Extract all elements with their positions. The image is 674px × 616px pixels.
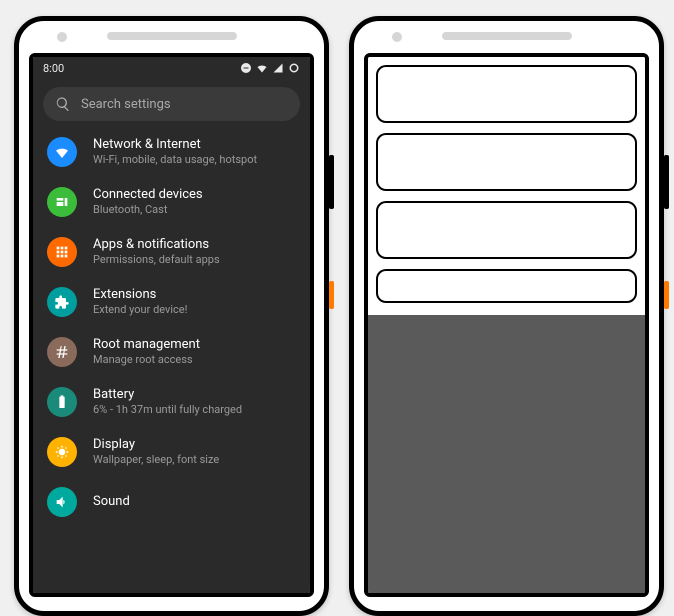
wireframe-card[interactable] <box>376 133 637 191</box>
phone-left: 8:00 Search settings Network & InternetW… <box>14 16 329 616</box>
settings-row-display[interactable]: DisplayWallpaper, sleep, font size <box>33 427 310 477</box>
phone-left-screen: 8:00 Search settings Network & InternetW… <box>29 53 314 597</box>
search-icon <box>55 96 71 112</box>
settings-row-texts: ExtensionsExtend your device! <box>93 287 187 317</box>
wireframe-card[interactable] <box>376 201 637 259</box>
battery-icon <box>47 387 77 417</box>
settings-row-subtitle: Extend your device! <box>93 303 187 317</box>
settings-row-extensions[interactable]: ExtensionsExtend your device! <box>33 277 310 327</box>
circle-status-icon <box>288 62 300 74</box>
power-button[interactable] <box>329 155 334 209</box>
settings-row-subtitle: Wallpaper, sleep, font size <box>93 453 219 467</box>
power-button[interactable] <box>664 155 669 209</box>
settings-row-apps[interactable]: Apps & notificationsPermissions, default… <box>33 227 310 277</box>
cell-signal-icon <box>272 62 284 74</box>
do-not-disturb-icon <box>240 62 252 74</box>
settings-row-root[interactable]: Root managementManage root access <box>33 327 310 377</box>
settings-row-subtitle: Manage root access <box>93 353 200 367</box>
volume-button[interactable] <box>329 281 334 309</box>
settings-row-sound[interactable]: Sound <box>33 477 310 527</box>
wireframe-card[interactable] <box>376 65 637 123</box>
settings-row-texts: Sound <box>93 494 130 510</box>
settings-row-devices[interactable]: Connected devicesBluetooth, Cast <box>33 177 310 227</box>
settings-app: 8:00 Search settings Network & InternetW… <box>33 57 310 593</box>
search-placeholder: Search settings <box>81 97 171 112</box>
settings-row-subtitle: 6% - 1h 37m until fully charged <box>93 403 242 417</box>
wireframe-content-area <box>368 315 645 593</box>
settings-row-network[interactable]: Network & InternetWi-Fi, mobile, data us… <box>33 127 310 177</box>
status-bar: 8:00 <box>33 57 310 79</box>
settings-row-title: Extensions <box>93 287 187 303</box>
phone-camera <box>392 32 402 42</box>
volume-icon <box>47 487 77 517</box>
devices-icon <box>47 187 77 217</box>
phone-speaker-grille <box>107 32 237 40</box>
settings-row-title: Root management <box>93 337 200 353</box>
apps-icon <box>47 237 77 267</box>
volume-button[interactable] <box>664 281 669 309</box>
settings-row-subtitle: Bluetooth, Cast <box>93 203 203 217</box>
phone-camera <box>57 32 67 42</box>
settings-row-texts: Root managementManage root access <box>93 337 200 367</box>
brightness-icon <box>47 437 77 467</box>
hash-icon <box>47 337 77 367</box>
settings-row-texts: Connected devicesBluetooth, Cast <box>93 187 203 217</box>
settings-row-title: Display <box>93 437 219 453</box>
settings-row-texts: Apps & notificationsPermissions, default… <box>93 237 220 267</box>
settings-row-title: Battery <box>93 387 242 403</box>
wifi-icon <box>47 137 77 167</box>
settings-row-texts: Network & InternetWi-Fi, mobile, data us… <box>93 137 257 167</box>
stage: 8:00 Search settings Network & InternetW… <box>0 0 674 521</box>
phone-right-screen <box>364 53 649 597</box>
settings-row-texts: DisplayWallpaper, sleep, font size <box>93 437 219 467</box>
settings-row-title: Apps & notifications <box>93 237 220 253</box>
puzzle-icon <box>47 287 77 317</box>
settings-list: Network & InternetWi-Fi, mobile, data us… <box>33 127 310 593</box>
wifi-status-icon <box>256 62 268 74</box>
settings-row-title: Sound <box>93 494 130 510</box>
wireframe-card[interactable] <box>376 269 637 303</box>
settings-row-subtitle: Permissions, default apps <box>93 253 220 267</box>
status-icons <box>240 62 300 74</box>
settings-row-title: Network & Internet <box>93 137 257 153</box>
phone-right <box>349 16 664 616</box>
settings-row-title: Connected devices <box>93 187 203 203</box>
search-settings[interactable]: Search settings <box>43 87 300 121</box>
wireframe-screen <box>368 57 645 593</box>
settings-row-battery[interactable]: Battery6% - 1h 37m until fully charged <box>33 377 310 427</box>
settings-row-texts: Battery6% - 1h 37m until fully charged <box>93 387 242 417</box>
settings-row-subtitle: Wi-Fi, mobile, data usage, hotspot <box>93 153 257 167</box>
phone-speaker-grille <box>442 32 572 40</box>
status-clock: 8:00 <box>43 62 64 75</box>
